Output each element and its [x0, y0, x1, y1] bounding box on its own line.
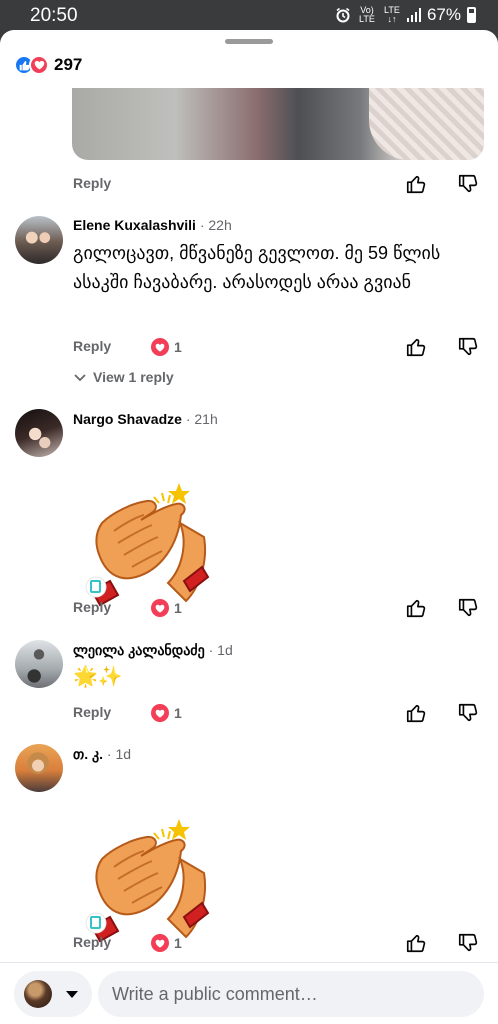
reply-button[interactable]: Reply [73, 175, 111, 191]
profile-switcher[interactable] [14, 971, 92, 1017]
comment-actions: Reply 1 [0, 597, 498, 621]
thumbs-up-icon[interactable] [405, 702, 427, 724]
comment-author[interactable]: ლეილა კალანდაძე · 1d [73, 642, 233, 659]
comment-timestamp: · 22h [199, 217, 232, 233]
comments-sheet: 297 Reply Elene Kuxalashvili · 22h გილოც… [0, 30, 498, 1024]
comment-composer [0, 962, 498, 1024]
love-reaction-count[interactable]: 1 [151, 338, 182, 356]
love-icon [151, 599, 169, 617]
comment-actions: Reply [0, 173, 498, 197]
thumbs-up-icon[interactable] [405, 597, 427, 619]
lte-indicator: LTE ↓↑ [384, 5, 400, 24]
battery-icon [467, 7, 476, 23]
avatar[interactable] [15, 216, 63, 264]
love-reaction-count[interactable]: 1 [151, 599, 182, 617]
signal-icon [406, 8, 421, 22]
love-icon [151, 338, 169, 356]
thumbs-down-icon[interactable] [457, 932, 479, 954]
comment-author[interactable]: Elene Kuxalashvili · 22h [73, 217, 232, 233]
reactions-summary[interactable]: 297 [14, 55, 82, 75]
love-icon [151, 934, 169, 952]
alarm-icon [336, 7, 350, 23]
thumbs-down-icon[interactable] [457, 597, 479, 619]
thumbs-down-icon[interactable] [457, 336, 479, 358]
comment-actions: Reply 1 [0, 702, 498, 726]
comment-timestamp: · 21h [185, 411, 218, 427]
love-reaction-count[interactable]: 1 [151, 704, 182, 722]
thumbs-down-icon[interactable] [457, 702, 479, 724]
love-reaction-count[interactable]: 1 [151, 934, 182, 952]
thumbs-up-icon[interactable] [405, 173, 427, 195]
avatar[interactable] [15, 640, 63, 688]
reply-button[interactable]: Reply [73, 599, 111, 615]
comment-author[interactable]: Nargo Shavadze · 21h [73, 411, 218, 427]
comment-text: გილოცავთ, მწვანეზე გევლოთ. მე 59 წლის ას… [73, 243, 441, 292]
reply-button[interactable]: Reply [73, 704, 111, 720]
thumbs-up-icon[interactable] [405, 336, 427, 358]
clapping-hands-sticker[interactable] [84, 483, 212, 613]
comment-emoji: 🌟✨ [73, 666, 123, 688]
volte-indicator: Vo) LTE [359, 5, 375, 24]
love-icon [29, 55, 49, 75]
drag-handle[interactable] [225, 39, 273, 44]
comment-timestamp: · 1d [106, 746, 132, 762]
thumbs-up-icon[interactable] [405, 932, 427, 954]
thumbs-down-icon[interactable] [457, 173, 479, 195]
comment-actions: Reply 1 [0, 932, 498, 956]
status-time: 20:50 [30, 5, 78, 26]
caret-down-icon [66, 991, 78, 998]
battery-percent: 67% [426, 5, 461, 24]
status-bar: 20:50 Vo) LTE LTE ↓↑ 67% [0, 0, 498, 30]
avatar [24, 980, 52, 1008]
comment-input[interactable] [98, 971, 484, 1017]
love-icon [151, 704, 169, 722]
avatar[interactable] [15, 409, 63, 457]
reply-button[interactable]: Reply [73, 934, 111, 950]
view-replies-button[interactable]: View 1 reply [73, 369, 174, 385]
chevron-down-icon [74, 374, 86, 382]
status-icons: Vo) LTE LTE ↓↑ 67% [335, 5, 476, 25]
reaction-count: 297 [54, 55, 83, 74]
clapping-hands-sticker[interactable] [84, 819, 212, 949]
avatar[interactable] [15, 744, 63, 792]
comment-actions: Reply 1 [0, 336, 498, 360]
comment-image[interactable] [72, 88, 484, 160]
comment-timestamp: · 1d [208, 642, 233, 658]
comment-author[interactable]: თ. კ. · 1d [73, 746, 131, 763]
reply-button[interactable]: Reply [73, 338, 111, 354]
